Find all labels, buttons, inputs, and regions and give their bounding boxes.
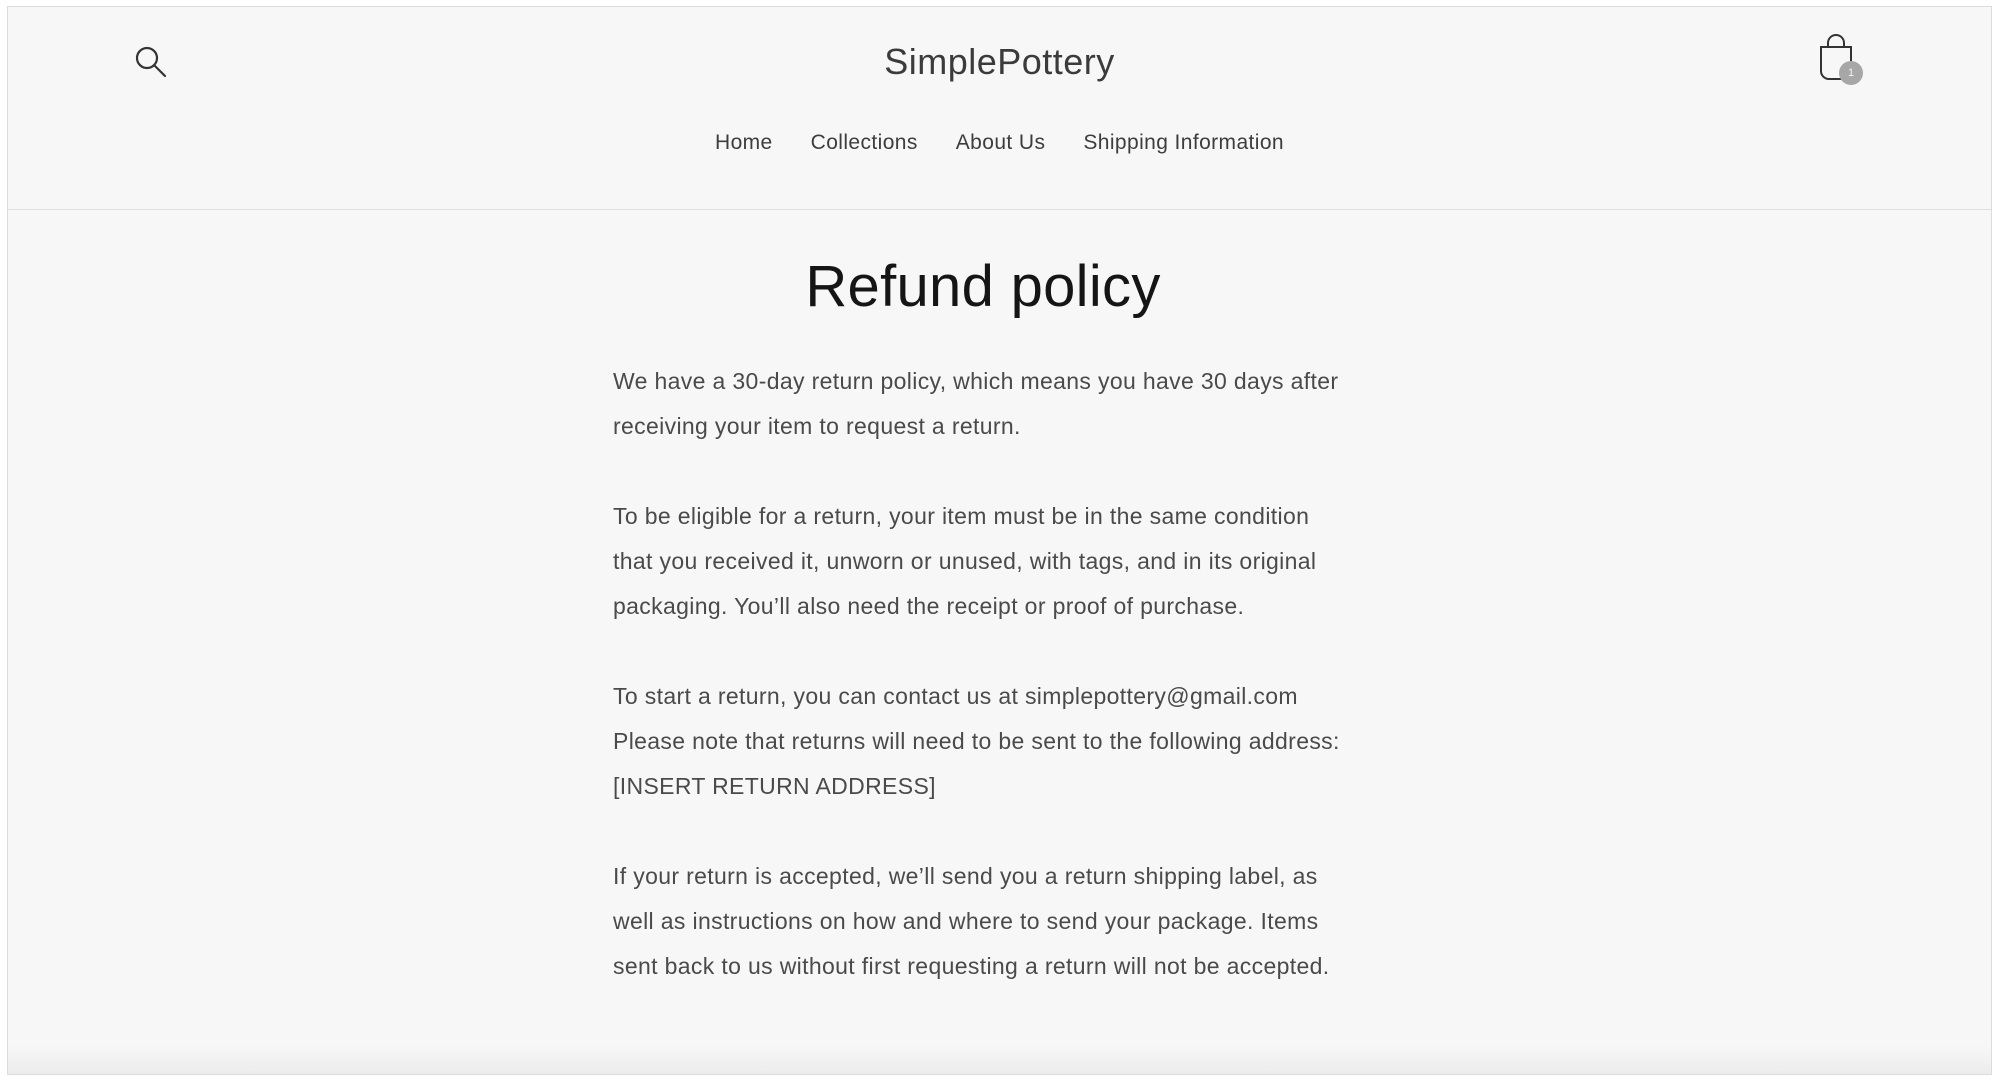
page-title: Refund policy xyxy=(805,254,1161,319)
site-header: SimplePottery 1 Home Collections About U… xyxy=(8,7,1991,210)
main-navigation: Home Collections About Us Shipping Infor… xyxy=(8,131,1991,155)
nav-item-about-us[interactable]: About Us xyxy=(956,131,1046,155)
bottom-fade xyxy=(8,1046,1991,1074)
nav-item-home[interactable]: Home xyxy=(715,131,773,155)
cart-button[interactable]: 1 xyxy=(1815,33,1865,87)
nav-item-shipping-information[interactable]: Shipping Information xyxy=(1083,131,1284,155)
site-logo[interactable]: SimplePottery xyxy=(8,41,1991,83)
policy-content: Refund policy We have a 30-day return po… xyxy=(613,255,1353,1034)
policy-paragraph: If your return is accepted, we’ll send y… xyxy=(613,862,1330,979)
nav-item-collections[interactable]: Collections xyxy=(811,131,918,155)
cart-count-badge: 1 xyxy=(1839,61,1863,85)
policy-paragraph: We have a 30-day return policy, which me… xyxy=(613,367,1339,439)
policy-paragraph: To be eligible for a return, your item m… xyxy=(613,502,1317,619)
browser-page: SimplePottery 1 Home Collections About U… xyxy=(7,6,1992,1075)
policy-paragraph: To start a return, you can contact us at… xyxy=(613,682,1340,799)
